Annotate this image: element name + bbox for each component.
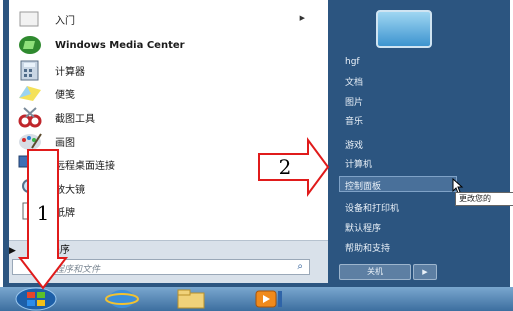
right-item-help-support[interactable]: 帮助和支持 — [345, 241, 390, 254]
taskbar — [0, 287, 513, 311]
remote-desktop-icon — [18, 155, 35, 168]
right-item-default-programs[interactable]: 默认程序 — [345, 221, 381, 234]
annotation-label-2: 2 — [278, 155, 292, 179]
search-input[interactable]: 搜索程序和文件 ⌕ — [12, 259, 310, 275]
program-item-snipping-tool[interactable]: 截图工具 — [17, 105, 317, 129]
calculator-icon — [20, 60, 39, 81]
getting-started-icon — [19, 11, 39, 27]
right-item-pictures[interactable]: 图片 — [345, 95, 363, 108]
all-programs-button[interactable]: ▶ 所有程序 — [9, 241, 70, 256]
program-label: 便笺 — [55, 89, 75, 101]
right-item-user-folder[interactable]: hgf — [345, 57, 360, 67]
program-label: 画图 — [55, 137, 75, 149]
snipping-tool-icon — [18, 107, 42, 128]
search-placeholder: 搜索程序和文件 — [37, 265, 101, 275]
right-item-control-panel[interactable]: 控制面板 — [345, 179, 381, 192]
program-item-magnifier[interactable]: 放大镜 — [17, 176, 317, 200]
media-player-icon[interactable] — [253, 287, 287, 311]
right-item-music[interactable]: 音乐 — [345, 114, 363, 127]
program-label: 放大镜 — [55, 184, 85, 196]
program-label: Windows Media Center — [55, 39, 185, 51]
program-label: 入门 — [55, 15, 75, 27]
program-item-calculator[interactable]: 计算器 — [17, 58, 317, 82]
all-programs-label: 所有程序 — [29, 245, 70, 256]
chevron-right-icon: ▶ — [299, 14, 305, 22]
program-label: 计算器 — [55, 66, 85, 78]
windows-media-center-icon — [19, 36, 41, 54]
internet-explorer-icon[interactable] — [104, 287, 140, 311]
search-icon[interactable]: ⌕ — [297, 261, 303, 272]
start-orb-icon[interactable] — [14, 287, 58, 311]
annotation-label-1: 1 — [36, 201, 50, 225]
right-item-games[interactable]: 游戏 — [345, 138, 363, 151]
program-item-getting-started[interactable]: 入门 ▶ — [17, 7, 317, 31]
shutdown-options-button[interactable]: ▶ — [413, 264, 437, 280]
file-explorer-icon[interactable] — [174, 287, 208, 311]
sticky-notes-icon — [19, 86, 41, 101]
program-item-solitaire[interactable]: 纸牌 — [17, 199, 317, 223]
program-item-sticky-notes[interactable]: 便笺 — [17, 81, 317, 105]
shutdown-button[interactable]: 关机 — [339, 264, 411, 280]
triangle-right-icon: ▶ — [9, 246, 16, 256]
program-label: 纸牌 — [55, 207, 75, 219]
program-item-windows-media-center[interactable]: Windows Media Center — [17, 33, 317, 57]
user-picture[interactable] — [376, 10, 432, 48]
right-item-computer[interactable]: 计算机 — [345, 157, 372, 170]
program-label: 远程桌面连接 — [55, 160, 115, 172]
right-item-documents[interactable]: 文档 — [345, 75, 363, 88]
program-item-paint[interactable]: 画图 — [17, 129, 317, 153]
program-label: 截图工具 — [55, 113, 95, 125]
tooltip: 更改您的 — [455, 192, 513, 206]
right-item-devices-printers[interactable]: 设备和打印机 — [345, 201, 399, 214]
magnifier-icon — [22, 179, 36, 193]
paint-icon — [19, 133, 42, 150]
